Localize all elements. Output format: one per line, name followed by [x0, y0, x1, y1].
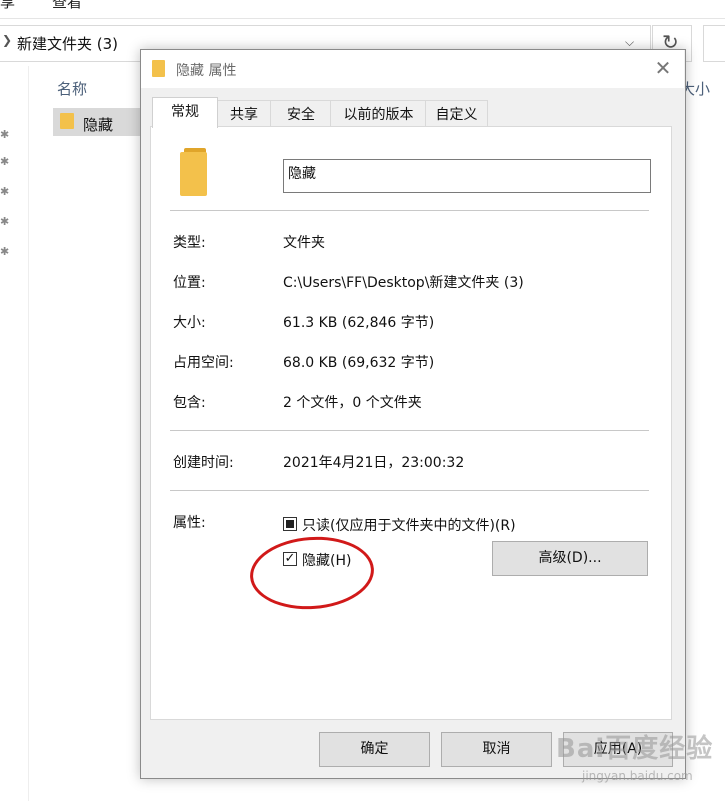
contains-label: 包含: — [173, 395, 206, 411]
tab-general[interactable]: 常规 — [152, 97, 218, 128]
close-button[interactable]: ✕ — [645, 52, 681, 84]
type-value: 文件夹 — [283, 235, 325, 251]
divider — [170, 210, 649, 211]
baidu-watermark: Bai百度经验 — [556, 734, 714, 764]
general-panel — [150, 126, 672, 720]
size-value: 61.3 KB (62,846 字节) — [283, 315, 435, 331]
search-box[interactable] — [703, 25, 725, 62]
tab-sharing[interactable]: 共享 — [216, 100, 272, 127]
tab-security[interactable]: 安全 — [270, 100, 332, 127]
pin-icon: ✱ — [0, 128, 10, 141]
pin-icon: ✱ — [0, 185, 10, 198]
folder-icon — [60, 113, 74, 129]
address-path[interactable]: 新建文件夹 (3) — [17, 33, 118, 54]
divider — [170, 430, 649, 431]
readonly-indeterminate-mark — [286, 520, 294, 528]
location-label: 位置: — [173, 275, 206, 291]
ok-button[interactable]: 确定 — [319, 732, 430, 767]
file-name[interactable]: 隐藏 — [83, 114, 113, 135]
divider — [170, 490, 649, 491]
size-on-disk-label: 占用空间: — [173, 355, 234, 371]
folder-name-input[interactable] — [283, 159, 651, 193]
size-label: 大小: — [173, 315, 206, 331]
cancel-button[interactable]: 取消 — [441, 732, 552, 767]
dialog-title: 隐藏 属性 — [176, 63, 237, 79]
pin-icon: ✱ — [0, 155, 10, 168]
attributes-label: 属性: — [173, 515, 206, 531]
created-value: 2021年4月21日，23:00:32 — [283, 455, 465, 471]
readonly-label[interactable]: 只读(仅应用于文件夹中的文件)(R) — [302, 515, 516, 535]
size-on-disk-value: 68.0 KB (69,632 字节) — [283, 355, 435, 371]
folder-icon — [152, 60, 165, 77]
folder-name-value[interactable]: 隐藏 — [288, 163, 316, 183]
navigation-pane — [0, 66, 29, 801]
chevron-right-icon[interactable]: ❯ — [2, 33, 12, 47]
advanced-button[interactable]: 高级(D)... — [492, 541, 648, 576]
ribbon-bar: 享 查看 — [0, 0, 725, 19]
type-label: 类型: — [173, 235, 206, 251]
pin-icon: ✱ — [0, 245, 10, 258]
created-label: 创建时间: — [173, 455, 234, 471]
location-value: C:\Users\FF\Desktop\新建文件夹 (3) — [283, 275, 524, 291]
column-header-name[interactable]: 名称 — [57, 78, 87, 99]
large-folder-icon-front — [180, 152, 207, 196]
tab-previous-versions[interactable]: 以前的版本 — [330, 100, 427, 127]
baidu-watermark-url: jingyan.baidu.com — [582, 769, 693, 783]
close-icon: ✕ — [654, 56, 672, 80]
contains-value: 2 个文件，0 个文件夹 — [283, 395, 422, 411]
pin-icon: ✱ — [0, 215, 10, 228]
ribbon-tab-view[interactable]: 查看 — [52, 0, 82, 12]
tab-customize[interactable]: 自定义 — [425, 100, 488, 127]
ribbon-tab-share[interactable]: 享 — [0, 0, 15, 12]
chevron-down-icon[interactable]: ⌵ — [625, 35, 634, 50]
